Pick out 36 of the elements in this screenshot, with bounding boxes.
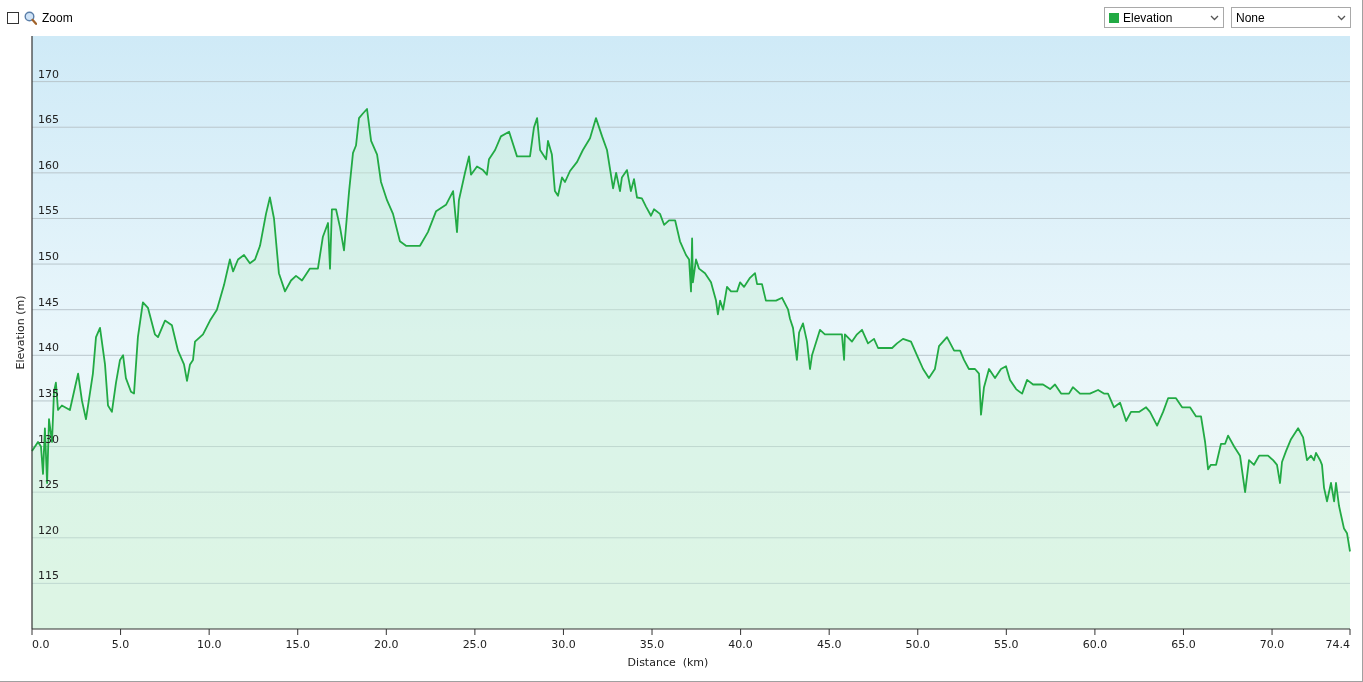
y-tick-label: 115 [38,569,59,583]
x-tick-label: 5.0 [111,638,130,651]
x-tick-label: 74.4 [1325,638,1350,651]
color-swatch-icon [1109,12,1119,23]
x-tick-label: 65.0 [1171,638,1196,651]
y-axis-title: Elevation (m) [14,295,27,370]
zoom-label: Zoom [42,9,73,27]
y-tick-label: 170 [38,67,59,81]
y-tick-label: 140 [38,341,59,355]
y-tick-label: 145 [38,295,59,309]
x-tick-label: 15.0 [285,638,310,651]
y-tick-label: 165 [38,113,59,127]
chevron-icon [1210,14,1219,21]
zoom-checkbox[interactable] [7,11,19,24]
y-tick-label: 155 [38,204,59,218]
x-tick-label: 50.0 [905,638,930,651]
y-tick-label: 125 [38,478,59,492]
x-tick-label: 40.0 [728,638,753,651]
x-tick-label: 60.0 [1082,638,1108,651]
series-dropdown[interactable]: None [1231,7,1351,28]
x-tick-label: 30.0 [551,638,576,651]
x-tick-label: 45.0 [816,638,842,651]
y-tick-label: 150 [38,250,59,264]
x-tick-label: 70.0 [1259,638,1285,651]
x-axis-title: Distance (km) [627,656,709,669]
magnifier-icon [24,10,37,25]
x-tick-label: 10.0 [196,638,222,651]
chevron-icon [1337,14,1346,21]
x-tick-label: 35.0 [639,638,665,651]
x-tick-label: 20.0 [374,638,399,651]
x-tick-label: 25.0 [462,638,488,651]
series-dropdown[interactable]: Elevation [1104,7,1224,28]
x-tick-label: 55.0 [994,638,1019,651]
x-tick-label: 0.0 [32,638,50,651]
y-tick-label: 120 [38,523,59,537]
y-tick-label: 160 [38,158,59,172]
